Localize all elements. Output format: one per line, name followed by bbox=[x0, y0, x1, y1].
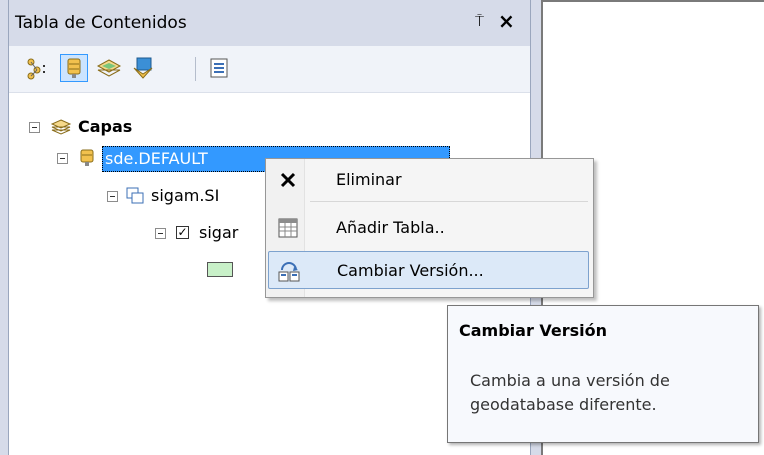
menu-item-label: Cambiar Versión... bbox=[337, 261, 484, 280]
menu-item-anadir-tabla[interactable]: Añadir Tabla.. bbox=[268, 209, 589, 247]
tree-node-capas[interactable]: Capas bbox=[29, 115, 329, 139]
collapse-toggle[interactable] bbox=[107, 191, 118, 202]
collapse-toggle[interactable] bbox=[57, 153, 68, 164]
layers-icon bbox=[50, 119, 72, 135]
menu-item-eliminar[interactable]: Eliminar bbox=[268, 161, 589, 199]
feature-dataset-icon bbox=[126, 187, 144, 204]
tree-label-capas: Capas bbox=[78, 117, 133, 136]
tooltip-description: Cambia a una versión de geodatabase dife… bbox=[470, 371, 670, 414]
close-icon[interactable]: × bbox=[498, 9, 515, 33]
context-menu: Eliminar Añadir Tabla.. Cambiar Versión.… bbox=[265, 158, 594, 298]
menu-item-label: Eliminar bbox=[336, 170, 402, 189]
delete-icon bbox=[280, 172, 296, 188]
list-by-source-button[interactable] bbox=[60, 54, 88, 82]
layer-symbol-swatch[interactable] bbox=[207, 262, 233, 277]
list-by-visibility-button[interactable] bbox=[95, 54, 123, 82]
menu-separator bbox=[310, 201, 588, 202]
change-version-icon bbox=[278, 262, 300, 282]
database-connection-icon bbox=[80, 149, 94, 166]
panel-title: Tabla de Contenidos bbox=[15, 13, 187, 33]
layer-visibility-checkbox[interactable]: ✓ bbox=[176, 226, 189, 239]
tooltip-title: Cambiar Versión bbox=[459, 321, 608, 340]
options-button[interactable] bbox=[205, 54, 233, 82]
toolbar-separator bbox=[195, 57, 196, 81]
tree-node-dataset[interactable]: sigam.SI bbox=[107, 184, 287, 208]
add-table-icon bbox=[278, 218, 298, 238]
tree-label-layer: sigar bbox=[199, 223, 239, 242]
selection-icon bbox=[133, 57, 153, 79]
layers-visibility-icon bbox=[96, 59, 122, 77]
tree-label-dataset: sigam.SI bbox=[151, 186, 220, 205]
collapse-toggle[interactable] bbox=[29, 122, 40, 133]
list-drawing-order-icon bbox=[27, 58, 45, 80]
collapse-toggle[interactable] bbox=[155, 228, 166, 239]
list-by-drawing-order-button[interactable] bbox=[23, 54, 51, 82]
panel-title-bar: Tabla de Contenidos ⍑ × bbox=[9, 0, 530, 46]
pin-icon[interactable]: ⍑ bbox=[475, 12, 484, 30]
options-icon bbox=[210, 58, 228, 78]
menu-item-cambiar-version[interactable]: Cambiar Versión... bbox=[268, 251, 589, 289]
list-by-selection-button[interactable] bbox=[129, 54, 157, 82]
tooltip: Cambiar Versión Cambia a una versión de … bbox=[447, 305, 759, 443]
toc-toolbar bbox=[9, 46, 530, 93]
database-source-icon bbox=[67, 58, 81, 78]
menu-item-label: Añadir Tabla.. bbox=[336, 218, 445, 237]
tree-node-layer[interactable]: ✓ sigar bbox=[155, 221, 275, 245]
